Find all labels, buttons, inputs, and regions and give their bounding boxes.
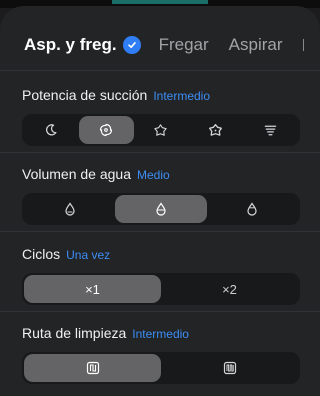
water-drop-medium-icon bbox=[156, 202, 166, 216]
route-value: Intermedio bbox=[132, 327, 189, 341]
water-drop-high-icon bbox=[247, 202, 257, 216]
tab-vacuum-mop[interactable]: Asp. y freg. bbox=[24, 35, 159, 55]
divider bbox=[0, 231, 320, 232]
tab-mop[interactable]: Fregar bbox=[159, 35, 209, 55]
tab-vacuum[interactable]: Aspirar bbox=[229, 35, 283, 55]
cycles-title: Ciclos bbox=[22, 246, 61, 262]
suction-value: Intermedio bbox=[153, 89, 211, 103]
sheet-handle[interactable] bbox=[112, 0, 208, 4]
cycles-option-twice[interactable]: ×2 bbox=[161, 275, 298, 303]
cycles-option-once[interactable]: ×1 bbox=[24, 275, 161, 303]
water-option-low[interactable] bbox=[24, 195, 115, 223]
suction-title-row: Potencia de succión Intermedio bbox=[22, 86, 300, 104]
water-option-high[interactable] bbox=[207, 195, 298, 223]
suction-option-turbo[interactable] bbox=[134, 116, 189, 144]
cycles-selector: ×1 ×2 bbox=[22, 273, 300, 305]
cycles-title-row: Ciclos Una vez bbox=[22, 245, 300, 263]
water-value: Medio bbox=[136, 168, 170, 182]
route-title-row: Ruta de limpieza Intermedio bbox=[22, 324, 300, 342]
route-standard-icon bbox=[86, 361, 99, 375]
mode-tabs: Asp. y freg. Fregar Aspirar bbox=[24, 30, 320, 60]
tornado-icon bbox=[264, 125, 277, 135]
route-deep-icon bbox=[223, 361, 236, 375]
fan-icon bbox=[154, 123, 168, 136]
water-title-row: Volumen de agua Medio bbox=[22, 165, 300, 183]
cycles-section: Ciclos Una vez ×1 ×2 bbox=[22, 245, 300, 305]
water-section: Volumen de agua Medio bbox=[22, 165, 300, 225]
suction-option-quiet[interactable] bbox=[24, 116, 79, 144]
route-section: Ruta de limpieza Intermedio bbox=[22, 324, 300, 384]
moon-icon bbox=[46, 124, 57, 136]
suction-title: Potencia de succión bbox=[22, 87, 148, 103]
suction-option-standard[interactable] bbox=[78, 116, 134, 144]
suction-selector bbox=[22, 114, 300, 146]
check-icon bbox=[122, 36, 141, 54]
route-title: Ruta de limpieza bbox=[22, 325, 127, 341]
tab-label: Asp. y freg. bbox=[24, 35, 117, 54]
suction-option-max[interactable] bbox=[188, 116, 243, 144]
suction-option-max-plus[interactable] bbox=[243, 116, 298, 144]
divider bbox=[0, 311, 320, 312]
water-option-medium[interactable] bbox=[115, 195, 207, 223]
water-title: Volumen de agua bbox=[22, 166, 131, 182]
divider bbox=[0, 70, 320, 71]
suction-section: Potencia de succión Intermedio bbox=[22, 86, 300, 146]
divider bbox=[0, 152, 320, 153]
route-option-deep[interactable] bbox=[161, 354, 298, 382]
swirl-icon bbox=[100, 123, 113, 137]
water-selector bbox=[22, 193, 300, 225]
cycles-value: Una vez bbox=[66, 248, 111, 262]
water-drop-low-icon bbox=[65, 202, 75, 216]
route-selector bbox=[22, 352, 300, 384]
fan-strong-icon bbox=[209, 123, 223, 136]
tab-divider bbox=[302, 39, 304, 51]
route-option-standard[interactable] bbox=[24, 354, 161, 382]
